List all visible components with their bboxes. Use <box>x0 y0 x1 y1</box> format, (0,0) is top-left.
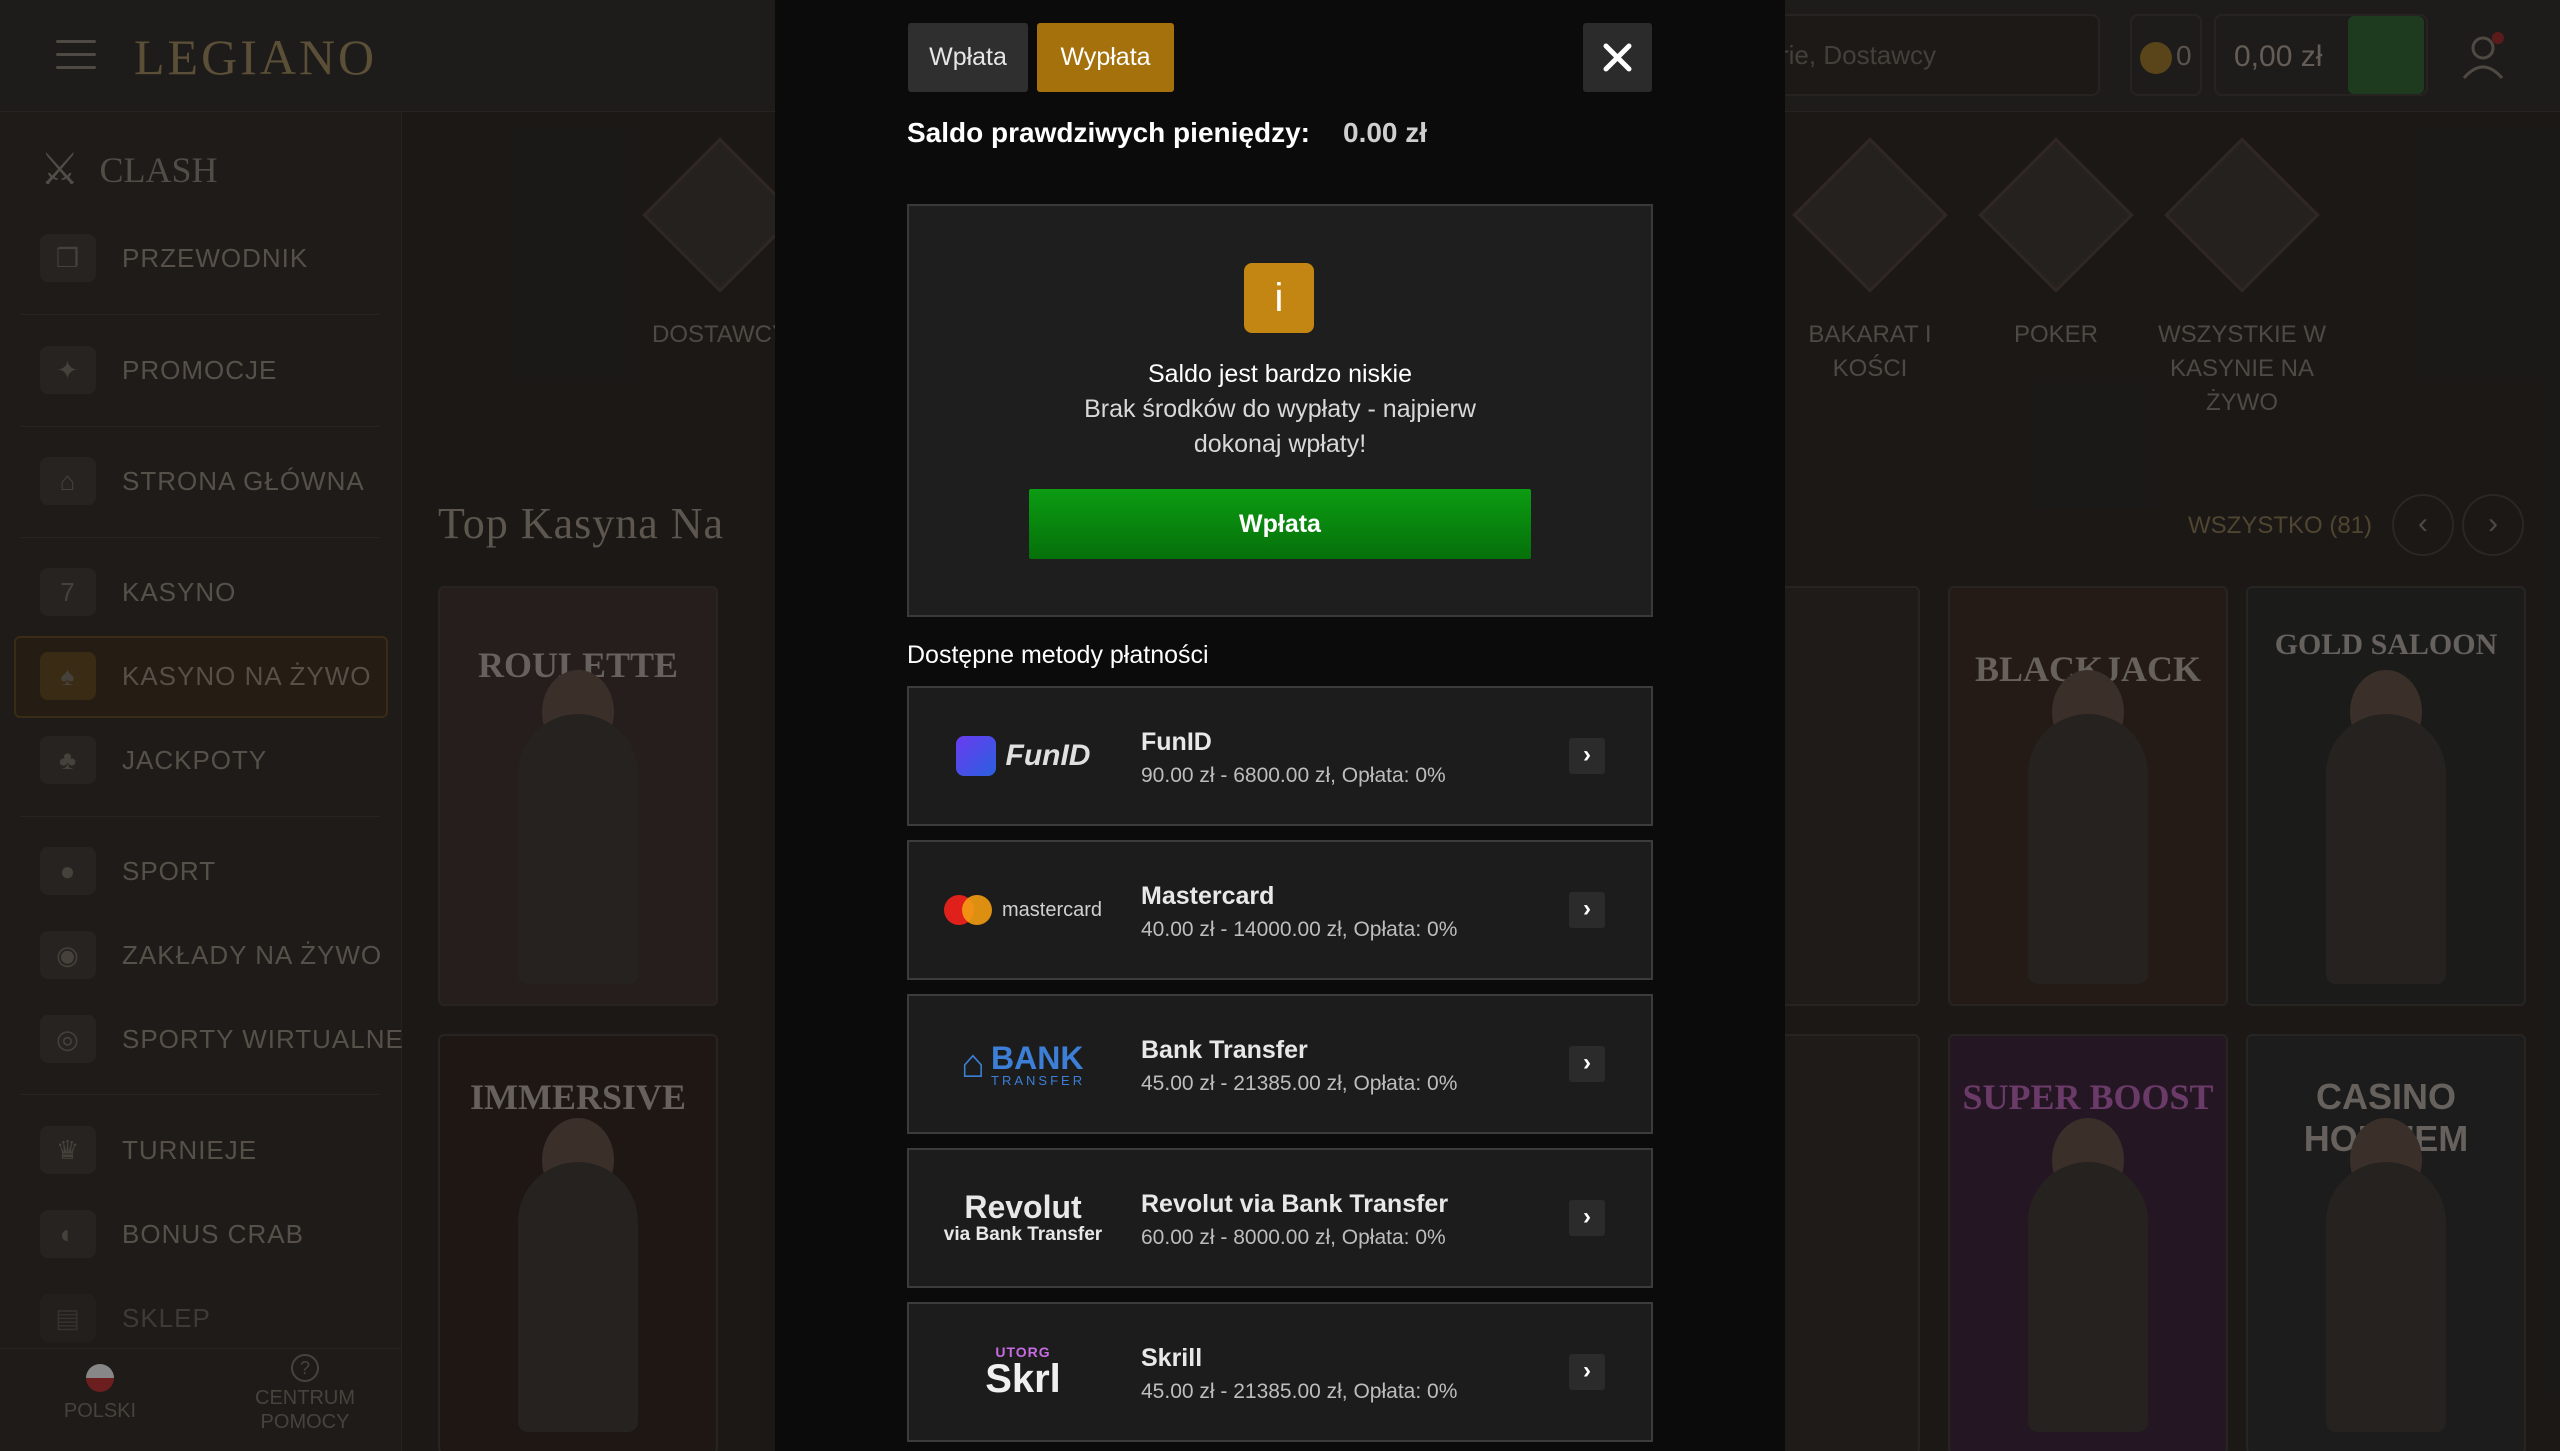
close-button[interactable] <box>1583 23 1652 92</box>
chevron-right-icon[interactable]: › <box>1569 892 1605 928</box>
notice-text: Brak środków do wypłaty - najpierw dokon… <box>1084 395 1476 458</box>
mastercard-icon <box>943 895 992 925</box>
method-range: 60.00 zł - 8000.00 zł, Opłata: 0% <box>1141 1226 1446 1249</box>
method-range: 90.00 zł - 6800.00 zł, Opłata: 0% <box>1141 764 1446 787</box>
bank-icon: ⌂ <box>960 1041 986 1086</box>
funid-icon <box>955 736 996 776</box>
tab-deposit[interactable]: Wpłata <box>908 23 1028 92</box>
method-name: FunID <box>1141 728 1212 756</box>
revolut-logo: Revolut via Bank Transfer <box>943 1189 1103 1245</box>
method-name: Skrill <box>1141 1344 1203 1372</box>
method-name: Bank Transfer <box>1141 1036 1308 1064</box>
methods-title: Dostępne metody płatności <box>907 641 1209 669</box>
skrill-logo: UTORG Skrl <box>985 1344 1061 1401</box>
payment-method-skrill[interactable]: UTORG Skrl Skrill 45.00 zł - 21385.00 zł… <box>907 1302 1653 1442</box>
payment-method-mastercard[interactable]: mastercard Mastercard 40.00 zł - 14000.0… <box>907 840 1653 980</box>
chevron-right-icon[interactable]: › <box>1569 1200 1605 1236</box>
bank-transfer-logo: ⌂ BANK TRANSFER <box>960 1039 1086 1088</box>
balance-label: Saldo prawdziwych pieniędzy: <box>907 117 1310 148</box>
funid-logo: FunID <box>933 718 1113 794</box>
balance-value: 0.00 zł <box>1343 117 1428 148</box>
method-name: Mastercard <box>1141 882 1275 910</box>
method-range: 45.00 zł - 21385.00 zł, Opłata: 0% <box>1141 1072 1458 1095</box>
chevron-right-icon[interactable]: › <box>1569 738 1605 774</box>
method-range: 45.00 zł - 21385.00 zł, Opłata: 0% <box>1141 1380 1458 1403</box>
method-range: 40.00 zł - 14000.00 zł, Opłata: 0% <box>1141 918 1458 941</box>
payment-method-bank-transfer[interactable]: ⌂ BANK TRANSFER Bank Transfer 45.00 zł -… <box>907 994 1653 1134</box>
method-name: Revolut via Bank Transfer <box>1141 1190 1449 1218</box>
payment-method-funid[interactable]: FunID FunID 90.00 zł - 6800.00 zł, Opłat… <box>907 686 1653 826</box>
deposit-button[interactable]: Wpłata <box>1029 489 1531 559</box>
payment-method-revolut[interactable]: Revolut via Bank Transfer Revolut via Ba… <box>907 1148 1653 1288</box>
chevron-right-icon[interactable]: › <box>1569 1354 1605 1390</box>
notice-title: Saldo jest bardzo niskie <box>1147 360 1413 388</box>
chevron-right-icon[interactable]: › <box>1569 1046 1605 1082</box>
mastercard-logo: mastercard <box>933 872 1113 948</box>
close-icon <box>1603 43 1632 72</box>
info-icon: i <box>1244 263 1314 333</box>
tab-withdraw[interactable]: Wypłata <box>1037 23 1174 92</box>
